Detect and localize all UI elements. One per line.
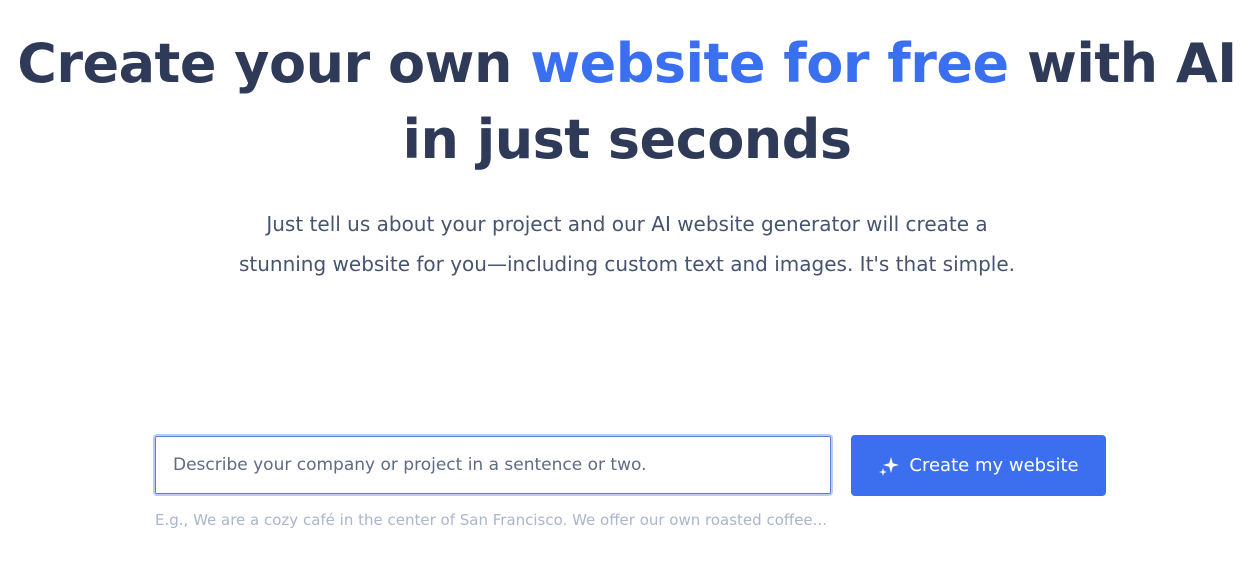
- create-website-button[interactable]: Create my website: [851, 435, 1106, 496]
- hero-subtitle: Just tell us about your project and our …: [238, 212, 1016, 276]
- headline-accent: website for free: [530, 32, 1009, 95]
- project-description-input[interactable]: [153, 434, 833, 496]
- create-website-button-label: Create my website: [909, 455, 1079, 476]
- sparkle-icon: [878, 455, 900, 477]
- page-headline: Create your own website for free with AI…: [0, 26, 1254, 178]
- headline-text-start: Create your own: [17, 32, 531, 95]
- example-hint: E.g., We are a cozy café in the center o…: [155, 511, 827, 529]
